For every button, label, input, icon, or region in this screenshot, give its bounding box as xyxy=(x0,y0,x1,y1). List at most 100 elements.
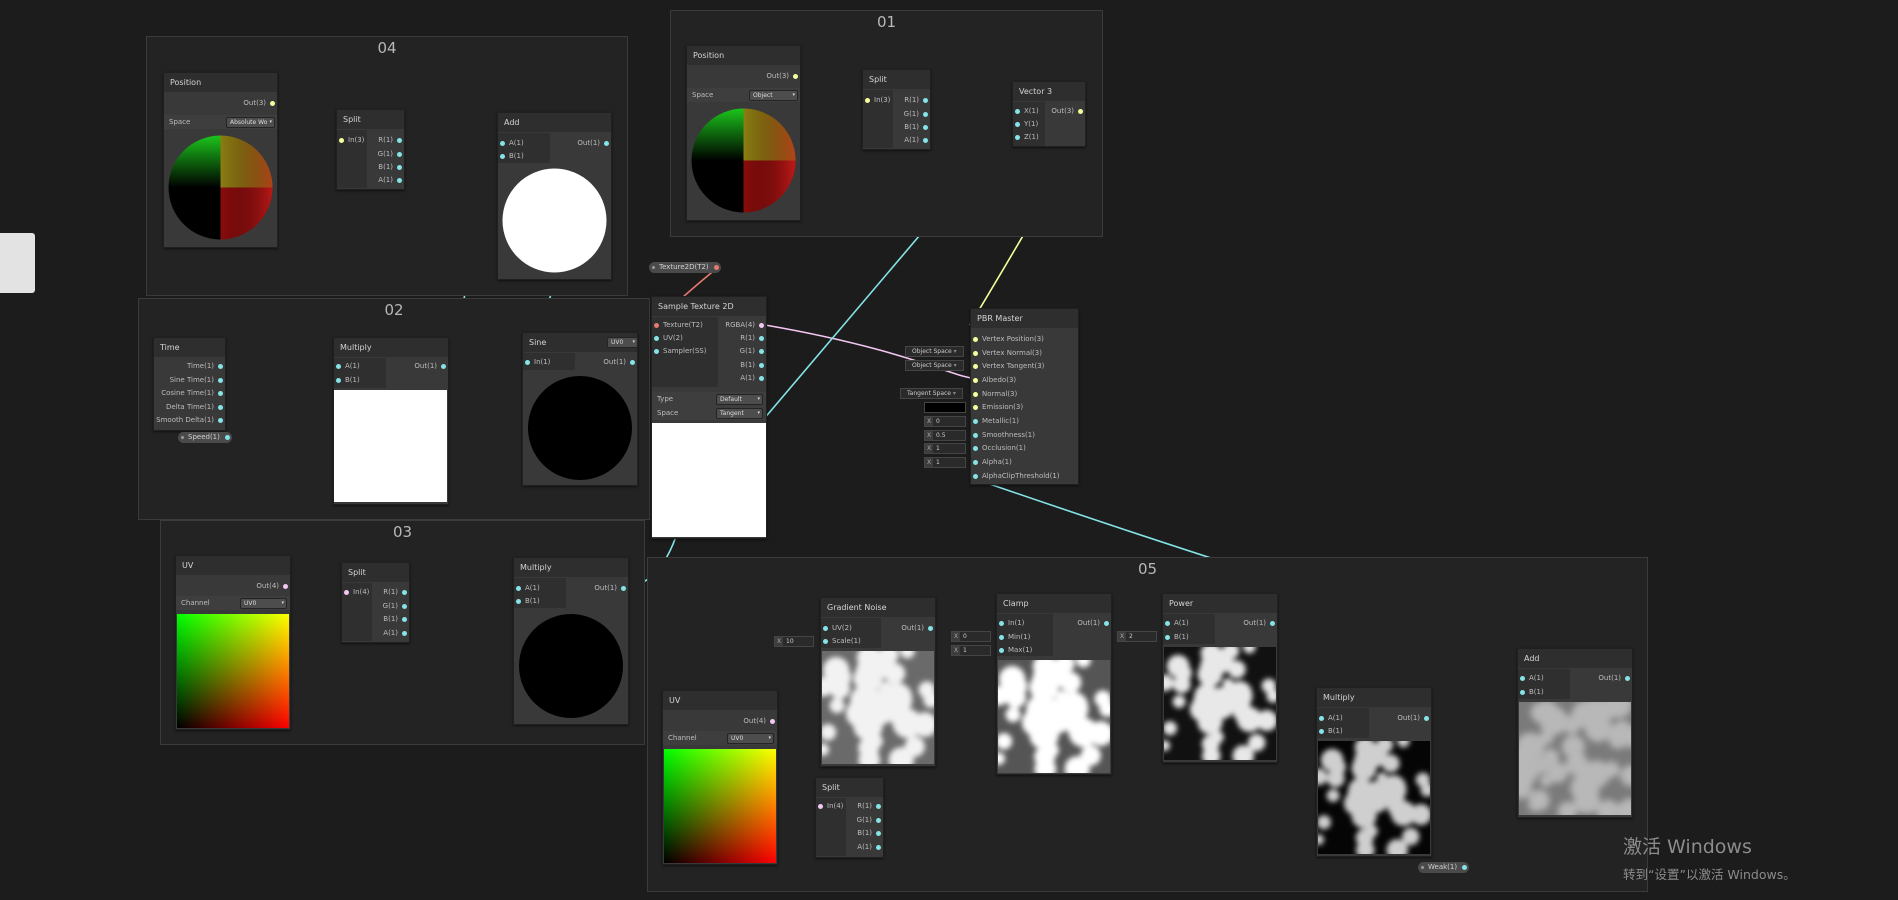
add-node-05[interactable]: Add A(1) B(1) Out(1) xyxy=(1506,648,1644,826)
port-out[interactable]: R(1) xyxy=(857,800,883,813)
port-dot[interactable] xyxy=(999,621,1004,626)
port-in[interactable]: In(1) xyxy=(997,617,1024,630)
port-in[interactable]: A(1) xyxy=(334,360,360,373)
port-dot[interactable] xyxy=(759,376,764,381)
port-out[interactable]: G(1) xyxy=(383,600,409,613)
port-dot[interactable] xyxy=(823,626,828,631)
port-out[interactable]: B(1) xyxy=(378,161,404,174)
port-in[interactable]: Z(1) xyxy=(1013,131,1039,144)
port-out[interactable]: Out(1) xyxy=(594,582,628,595)
port-in[interactable]: Texture(T2) xyxy=(652,319,703,332)
channel-dropdown[interactable]: UV0 ▾ xyxy=(727,733,774,744)
port-in[interactable]: B(1) xyxy=(1518,686,1544,699)
port-in[interactable]: AlphaClipThreshold(1) xyxy=(971,470,1060,483)
port-out[interactable]: Out(1) xyxy=(901,622,935,635)
multiply-node-02[interactable]: Multiply A(1) B(1) Out(1) xyxy=(333,337,449,505)
uv-node-03[interactable]: UV Out(4) Channel UV0 ▾ xyxy=(175,555,291,730)
port-out[interactable]: Out(1) xyxy=(1243,617,1277,630)
port-out[interactable]: A(1) xyxy=(740,372,766,385)
port-dot[interactable] xyxy=(999,635,1004,640)
time-node-02[interactable]: Time Time(1) Sine Time(1) Cosine Time(1)… xyxy=(153,337,226,431)
space-dropdown[interactable]: Object ▾ xyxy=(749,90,798,101)
port-dot[interactable] xyxy=(270,101,275,106)
port-in[interactable]: A(1) xyxy=(498,137,524,150)
port-dot[interactable] xyxy=(818,804,823,809)
port-in[interactable]: In(4) xyxy=(816,800,843,813)
port-dot[interactable] xyxy=(973,337,978,342)
port-dot[interactable] xyxy=(1165,635,1170,640)
port-in[interactable]: Alpha(1) xyxy=(971,456,1012,469)
port-dot[interactable] xyxy=(500,141,505,146)
port-dot[interactable] xyxy=(1015,122,1020,127)
port-dot[interactable] xyxy=(630,360,635,365)
port-dot[interactable] xyxy=(759,363,764,368)
port-out[interactable]: Out(1) xyxy=(603,356,637,369)
port-dot[interactable] xyxy=(973,433,978,438)
port-dot[interactable] xyxy=(525,360,530,365)
port-out[interactable]: Time(1) xyxy=(187,360,225,373)
multiply-node-05[interactable]: Multiply A(1) B(1) Out(1) xyxy=(1310,687,1434,861)
port-dot[interactable] xyxy=(1625,676,1630,681)
port-in[interactable]: B(1) xyxy=(498,150,524,163)
port-dot[interactable] xyxy=(923,125,928,130)
port-dot[interactable] xyxy=(876,818,881,823)
port-out[interactable]: G(1) xyxy=(904,108,930,121)
channel-dropdown[interactable]: UV0 ▾ xyxy=(240,598,287,609)
port-dot[interactable] xyxy=(759,349,764,354)
port-dot[interactable] xyxy=(397,165,402,170)
power-node[interactable]: Power A(1) B(1) Out(1) xyxy=(1156,593,1280,767)
port-in[interactable]: Min(1) xyxy=(997,631,1030,644)
port-dot[interactable] xyxy=(1520,690,1525,695)
split-node-05[interactable]: Split In(4) R(1) G(1) B(1) A(1) xyxy=(815,777,884,858)
port-in[interactable]: A(1) xyxy=(1518,672,1544,685)
port-in[interactable]: B(1) xyxy=(1163,631,1189,644)
space-dropdown[interactable]: Tangent ▾ xyxy=(716,408,763,419)
port-out[interactable]: Out(3) xyxy=(243,97,277,110)
port-out[interactable]: Out(1) xyxy=(1077,617,1111,630)
port-out[interactable]: A(1) xyxy=(857,841,883,854)
sine-node[interactable]: Sine UV0 ▾ In(1) Out(1) xyxy=(522,332,638,486)
port-in[interactable]: Vertex Position(3) xyxy=(971,333,1044,346)
port-out[interactable]: Out(4) xyxy=(256,580,290,593)
port-dot[interactable] xyxy=(865,98,870,103)
port-in[interactable]: A(1) xyxy=(514,582,540,595)
occlusion-field[interactable]: X1 xyxy=(924,443,966,454)
port-out[interactable]: A(1) xyxy=(378,174,404,187)
port-dot[interactable] xyxy=(1015,135,1020,140)
port-dot[interactable] xyxy=(1520,676,1525,681)
port-in[interactable]: A(1) xyxy=(1163,617,1189,630)
port-out[interactable]: R(1) xyxy=(378,134,404,147)
port-dot[interactable] xyxy=(344,590,349,595)
port-out[interactable]: Sine Time(1) xyxy=(170,374,225,387)
port-in[interactable]: Y(1) xyxy=(1013,118,1038,131)
clamp-min-field[interactable]: X0 xyxy=(951,631,991,642)
port-dot[interactable] xyxy=(441,364,446,369)
port-out[interactable]: B(1) xyxy=(740,359,766,372)
port-dot[interactable] xyxy=(876,831,881,836)
port-dot[interactable] xyxy=(1424,716,1429,721)
port-dot[interactable] xyxy=(1270,621,1275,626)
port-dot[interactable] xyxy=(218,391,223,396)
port-dot[interactable] xyxy=(516,586,521,591)
port-out[interactable]: B(1) xyxy=(383,613,409,626)
port-in[interactable]: Vertex Tangent(3) xyxy=(971,360,1044,373)
noise-scale-field[interactable]: X 10 xyxy=(774,636,814,647)
port-dot[interactable] xyxy=(999,648,1004,653)
port-dot[interactable] xyxy=(654,323,659,328)
port-in[interactable]: UV(2) xyxy=(652,332,683,345)
port-dot[interactable] xyxy=(759,323,764,328)
port-dot[interactable] xyxy=(1462,865,1468,870)
port-dot[interactable] xyxy=(397,178,402,183)
port-in[interactable]: Sampler(SS) xyxy=(652,345,706,358)
port-dot[interactable] xyxy=(823,639,828,644)
port-dot[interactable] xyxy=(339,138,344,143)
pbr-master-node[interactable]: PBR Master Vertex Position(3) Vertex Nor… xyxy=(970,308,1079,485)
split-node-03[interactable]: Split In(4) R(1) G(1) B(1) A(1) xyxy=(341,562,410,643)
uv-channel-dropdown[interactable]: UV0 ▾ xyxy=(607,337,638,348)
port-out[interactable]: G(1) xyxy=(378,148,404,161)
port-dot[interactable] xyxy=(770,719,775,724)
add-node-04[interactable]: Add A(1) B(1) Out(1) xyxy=(497,112,612,280)
split-node-01[interactable]: Split In(3) R(1) G(1) B(1) A(1) xyxy=(862,69,931,150)
port-dot[interactable] xyxy=(923,98,928,103)
port-out[interactable]: Cosine Time(1) xyxy=(161,387,225,400)
